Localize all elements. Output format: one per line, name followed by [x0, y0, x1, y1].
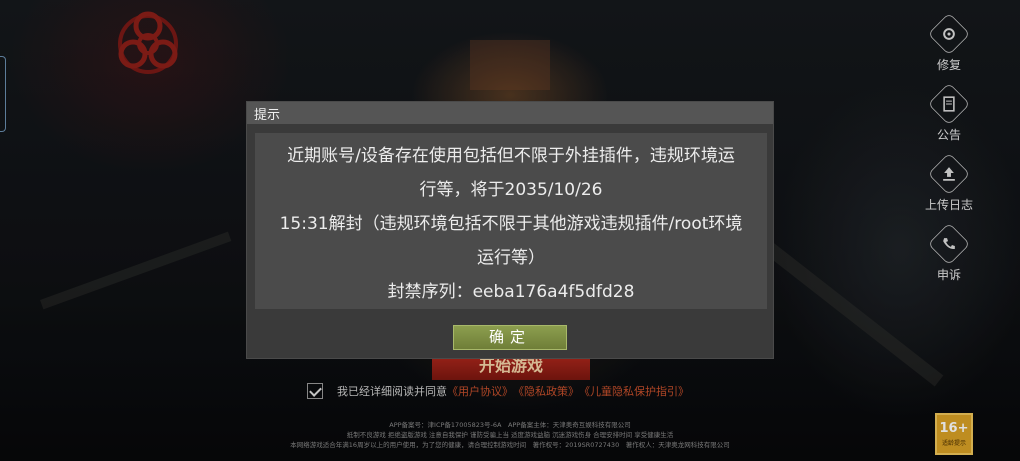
- ban-notice-dialog: 提示 近期账号/设备存在使用包括但不限于外挂插件，违规环境运 行等，将于2035…: [246, 101, 774, 359]
- message-line: 行等，将于2035/10/26: [419, 180, 603, 200]
- message-line: 15:31解封（违规环境包括不限于其他游戏违规插件/root环境: [279, 214, 743, 234]
- ban-serial: 封禁序列：eeba176a4f5dfd28: [387, 282, 635, 302]
- message-line: 运行等）: [477, 248, 545, 268]
- dialog-message: 近期账号/设备存在使用包括但不限于外挂插件，违规环境运 行等，将于2035/10…: [255, 133, 767, 309]
- confirm-button[interactable]: 确定: [453, 325, 567, 350]
- dialog-title-bar: 提示: [247, 102, 773, 124]
- message-line: 近期账号/设备存在使用包括但不限于外挂插件，违规环境运: [287, 146, 735, 166]
- dialog-title: 提示: [254, 107, 281, 123]
